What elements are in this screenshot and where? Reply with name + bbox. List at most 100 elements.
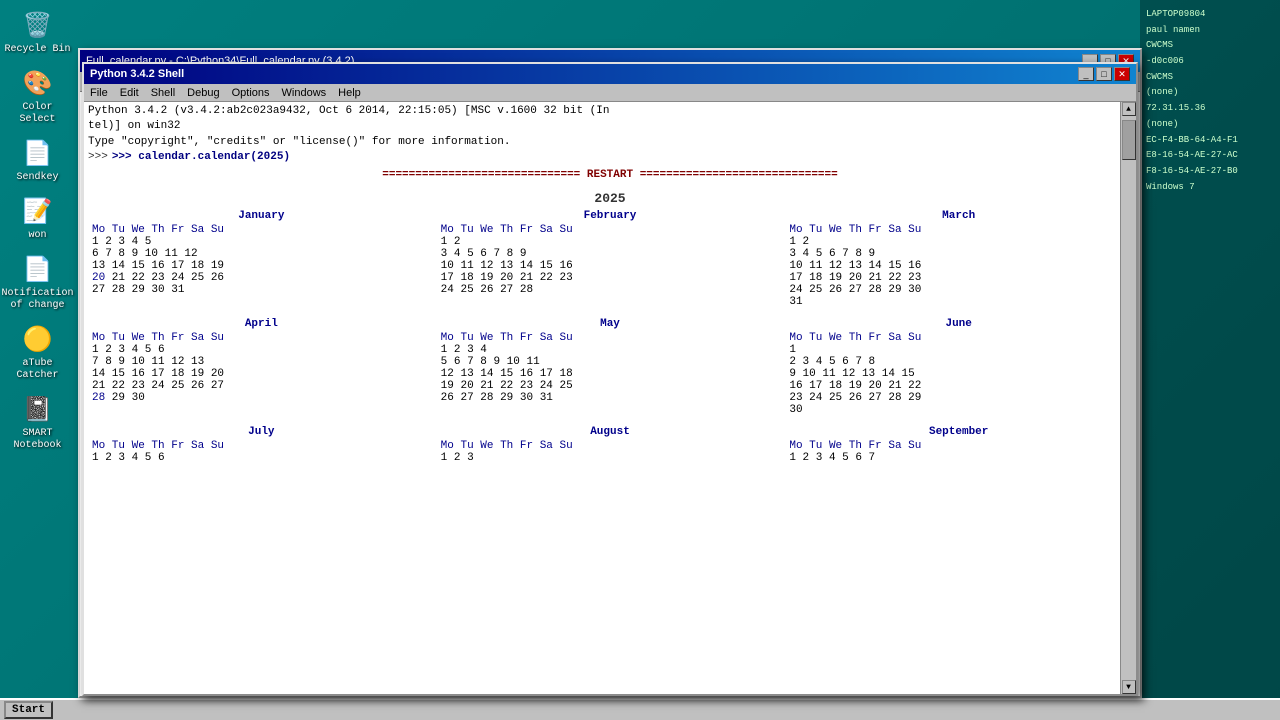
scrollbar[interactable]: ▲ ▼: [1120, 102, 1136, 694]
month-january: January Mo Tu We Th Fr Sa Su 1 2 3 4 5 6…: [92, 210, 431, 308]
recycle-bin-image: 🗑️: [22, 10, 54, 42]
shell-menu-file[interactable]: File: [84, 85, 114, 101]
scroll-thumb[interactable]: [1122, 120, 1136, 160]
shell-header-text: Python 3.4.2 (v3.4.2:ab2c023a9432, Oct 6…: [84, 102, 1136, 187]
may-week2: 5 6 7 8 9 10 11: [441, 356, 780, 368]
shell-menu-options[interactable]: Options: [226, 85, 276, 101]
april-week2: 7 8 9 10 11 12 13: [92, 356, 431, 368]
shell-menu-windows[interactable]: Windows: [276, 85, 333, 101]
june-header: Mo Tu We Th Fr Sa Su: [789, 332, 1128, 344]
shell-window-controls: _ □ ✕: [1078, 67, 1130, 81]
shell-maximize-button[interactable]: □: [1096, 67, 1112, 81]
february-week2: 3 4 5 6 7 8 9: [441, 248, 780, 260]
month-april: April Mo Tu We Th Fr Sa Su 1 2 3 4 5 6 7…: [92, 318, 431, 416]
recycle-bin-label: Recycle Bin: [5, 44, 71, 56]
shell-content-area: Python 3.4.2 (v3.4.2:ab2c023a9432, Oct 6…: [84, 102, 1136, 694]
none-1: (none): [1144, 86, 1276, 100]
recycle-bin-icon[interactable]: 🗑️ Recycle Bin: [3, 8, 73, 58]
shell-window: Python 3.4.2 Shell _ □ ✕ File Edit Shell…: [82, 62, 1138, 696]
smart-label: SMART Notebook: [5, 428, 71, 452]
atube-label: aTube Catcher: [5, 358, 71, 382]
month-march: March Mo Tu We Th Fr Sa Su 1 2 3 4 5 6 7…: [789, 210, 1128, 308]
prompt-symbol: >>>: [88, 150, 108, 165]
notification-image: 📄: [22, 254, 54, 286]
april-week4: 21 22 23 24 25 26 27: [92, 380, 431, 392]
right-info-panel: LAPTOP09804 paul namen CWCMS -d0c006 CWC…: [1140, 0, 1280, 720]
scroll-up-button[interactable]: ▲: [1122, 102, 1136, 116]
march-week2: 3 4 5 6 7 8 9: [789, 248, 1128, 260]
june-week6: 30: [789, 404, 1128, 416]
shell-titlebar: Python 3.4.2 Shell _ □ ✕: [84, 64, 1136, 84]
shell-menu-shell[interactable]: Shell: [145, 85, 181, 101]
january-week5: 27 28 29 30 31: [92, 284, 431, 296]
april-week1: 1 2 3 4 5 6: [92, 344, 431, 356]
platform-line: tel)] on win32: [88, 119, 1132, 134]
june-week3: 9 10 11 12 13 14 15: [789, 368, 1128, 380]
july-header: Mo Tu We Th Fr Sa Su: [92, 440, 431, 452]
mac-3: F8-16-54-AE-27-B0: [1144, 165, 1276, 179]
taskbar: Start: [0, 698, 1280, 720]
april-header: Mo Tu We Th Fr Sa Su: [92, 332, 431, 344]
march-week1: 1 2: [789, 236, 1128, 248]
won-image: 📝: [22, 196, 54, 228]
atube-icon[interactable]: 🟡 aTube Catcher: [3, 322, 73, 384]
february-week1: 1 2: [441, 236, 780, 248]
august-week1: 1 2 3: [441, 452, 780, 464]
april-name: April: [92, 318, 431, 330]
shell-menu-debug[interactable]: Debug: [181, 85, 225, 101]
notification-icon[interactable]: 📄 Notification of change: [3, 252, 73, 314]
python-version-line: Python 3.4.2 (v3.4.2:ab2c023a9432, Oct 6…: [88, 104, 1132, 119]
march-week6: 31: [789, 296, 1128, 308]
april-week5: 28 29 30: [92, 392, 431, 404]
january-week3: 13 14 15 16 17 18 19: [92, 260, 431, 272]
february-header: Mo Tu We Th Fr Sa Su: [441, 224, 780, 236]
february-week5: 24 25 26 27 28: [441, 284, 780, 296]
september-header: Mo Tu We Th Fr Sa Su: [789, 440, 1128, 452]
july-name: July: [92, 426, 431, 438]
command-text: >>> calendar.calendar(2025): [112, 150, 290, 165]
ip-address: 72.31.15.36: [1144, 102, 1276, 116]
january-name: January: [92, 210, 431, 222]
won-icon[interactable]: 📝 won: [3, 194, 73, 244]
restart-line: ============================== RESTART =…: [88, 168, 1132, 183]
color-select-icon[interactable]: 🎨 Color Select: [3, 66, 73, 128]
march-week3: 10 11 12 13 14 15 16: [789, 260, 1128, 272]
d0c006: -d0c006: [1144, 55, 1276, 69]
june-week2: 2 3 4 5 6 7 8: [789, 356, 1128, 368]
desktop: 🗑️ Recycle Bin 🎨 Color Select 📄 Sendkey …: [0, 0, 1280, 720]
calendar-display[interactable]: 2025 January Mo Tu We Th Fr Sa Su 1 2 3 …: [84, 187, 1136, 694]
shell-minimize-button[interactable]: _: [1078, 67, 1094, 81]
calendar-year: 2025: [92, 191, 1128, 206]
shell-close-button[interactable]: ✕: [1114, 67, 1130, 81]
color-select-image: 🎨: [22, 68, 54, 100]
june-week1: 1: [789, 344, 1128, 356]
month-may: May Mo Tu We Th Fr Sa Su 1 2 3 4 5 6 7 8…: [441, 318, 780, 416]
smart-icon[interactable]: 📓 SMART Notebook: [3, 392, 73, 454]
march-name: March: [789, 210, 1128, 222]
august-header: Mo Tu We Th Fr Sa Su: [441, 440, 780, 452]
shell-menu-edit[interactable]: Edit: [114, 85, 145, 101]
shell-menu-help[interactable]: Help: [332, 85, 367, 101]
scroll-track[interactable]: [1122, 116, 1136, 680]
mac-2: E8-16-54-AE-27-AC: [1144, 149, 1276, 163]
march-header: Mo Tu We Th Fr Sa Su: [789, 224, 1128, 236]
smart-image: 📓: [22, 394, 54, 426]
shell-menubar: File Edit Shell Debug Options Windows He…: [84, 84, 1136, 102]
july-week1: 1 2 3 4 5 6: [92, 452, 431, 464]
month-july: July Mo Tu We Th Fr Sa Su 1 2 3 4 5 6: [92, 426, 431, 464]
september-week1: 1 2 3 4 5 6 7: [789, 452, 1128, 464]
user-name: paul namen: [1144, 24, 1276, 38]
calendar-row-1: January Mo Tu We Th Fr Sa Su 1 2 3 4 5 6…: [92, 210, 1128, 308]
sendkey-icon[interactable]: 📄 Sendkey: [3, 136, 73, 186]
sendkey-label: Sendkey: [16, 172, 58, 184]
april-week3: 14 15 16 17 18 19 20: [92, 368, 431, 380]
may-name: May: [441, 318, 780, 330]
type-hint-line: Type "copyright", "credits" or "license(…: [88, 135, 1132, 150]
start-button[interactable]: Start: [4, 701, 53, 719]
color-select-label: Color Select: [5, 102, 71, 126]
february-name: February: [441, 210, 780, 222]
may-week5: 26 27 28 29 30 31: [441, 392, 780, 404]
scroll-down-button[interactable]: ▼: [1122, 680, 1136, 694]
february-week3: 10 11 12 13 14 15 16: [441, 260, 780, 272]
desktop-icons-panel: 🗑️ Recycle Bin 🎨 Color Select 📄 Sendkey …: [0, 0, 75, 462]
